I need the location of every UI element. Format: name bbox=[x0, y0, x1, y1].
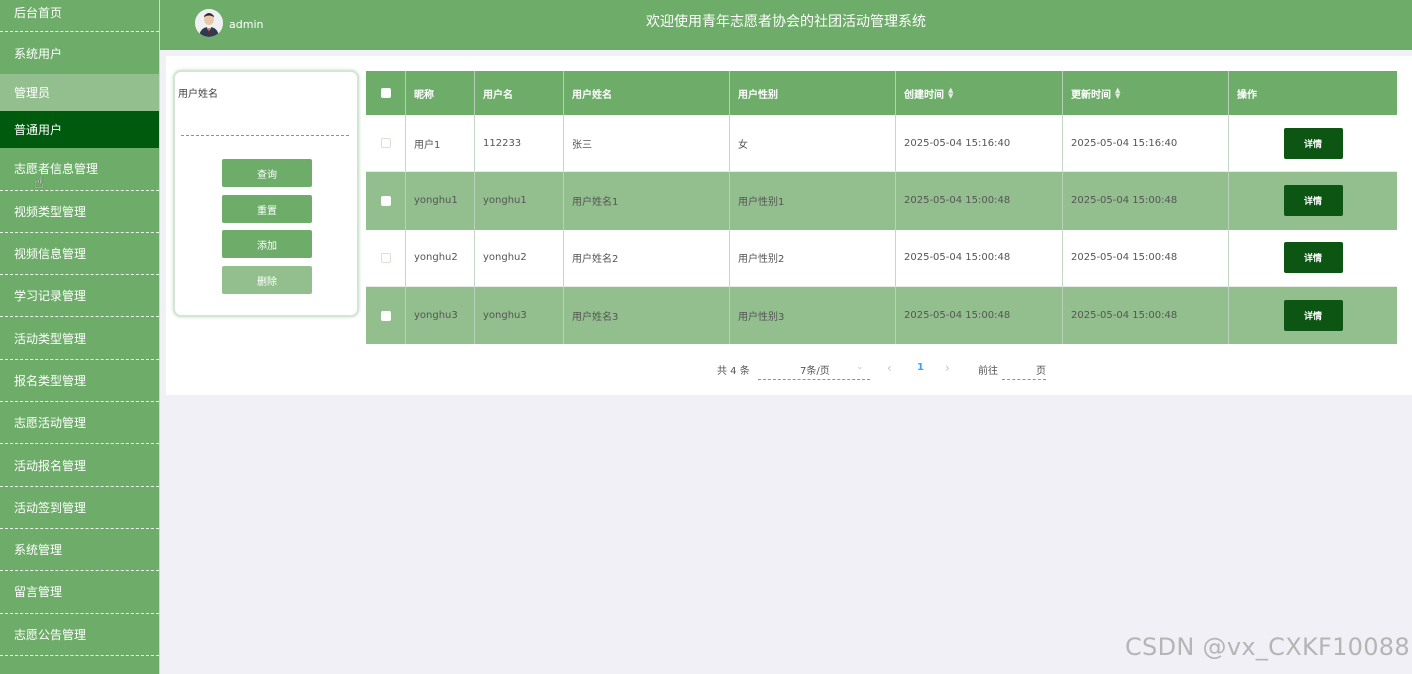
search-panel: 用户姓名 查询 重置 添加 删除 bbox=[173, 70, 359, 317]
chevron-left-icon[interactable]: ‹ bbox=[887, 361, 892, 375]
header-created-time-label: 创建时间 bbox=[904, 89, 944, 101]
table-row: 用户1 112233 张三 女 2025-05-04 15:16:40 2025… bbox=[366, 115, 1397, 173]
sidebar-item-volunteer-activities[interactable]: 志愿活动管理 bbox=[0, 402, 159, 445]
sidebar-item-announcements[interactable]: 志愿公告管理 bbox=[0, 614, 159, 656]
detail-button[interactable]: 详情 bbox=[1283, 242, 1343, 274]
row-select[interactable] bbox=[366, 172, 406, 230]
cell-nickname: yonghu3 bbox=[406, 286, 475, 345]
sort-icon[interactable]: ▲ ▼ bbox=[948, 87, 953, 100]
header-username: 用户名 bbox=[475, 71, 564, 115]
sidebar-item-home[interactable]: 后台首页 bbox=[0, 0, 159, 32]
page-size-value: 7条/页 bbox=[800, 366, 830, 377]
page-size-select[interactable]: 7条/页 ⌄ bbox=[758, 360, 870, 380]
top-header: admin 欢迎使用青年志愿者协会的社团活动管理系统 bbox=[160, 0, 1412, 50]
row-checkbox[interactable] bbox=[380, 195, 391, 206]
cell-username: 112233 bbox=[475, 115, 564, 173]
search-label-realname: 用户姓名 bbox=[178, 89, 218, 100]
watermark: CSDN @vx_CXKF10088 bbox=[1125, 633, 1410, 661]
pagination-total: 共 4 条 bbox=[717, 366, 750, 377]
header-updated-time-label: 更新时间 bbox=[1071, 89, 1111, 101]
system-title: 欢迎使用青年志愿者协会的社团活动管理系统 bbox=[646, 14, 926, 30]
sidebar-item-video-info[interactable]: 视频信息管理 bbox=[0, 233, 159, 276]
cell-gender: 用户性别2 bbox=[730, 229, 896, 287]
main-content: 用户姓名 查询 重置 添加 删除 昵称 用户名 用户姓名 用户性别 创建时间 ▲ ▼… bbox=[166, 56, 1412, 395]
sidebar-item-video-types[interactable]: 视频类型管理 bbox=[0, 191, 159, 233]
detail-button[interactable]: 详情 bbox=[1283, 127, 1343, 159]
cell-created-time: 2025-05-04 15:00:48 bbox=[896, 286, 1063, 345]
detail-button[interactable]: 详情 bbox=[1283, 185, 1343, 217]
cell-nickname: yonghu1 bbox=[406, 172, 475, 230]
cell-actions: 详情 bbox=[1229, 172, 1397, 229]
delete-button[interactable]: 删除 bbox=[222, 266, 312, 294]
sort-icon[interactable]: ▲ ▼ bbox=[1115, 87, 1120, 100]
table-row: yonghu3 yonghu3 用户姓名3 用户性别3 2025-05-04 1… bbox=[366, 286, 1397, 345]
add-button[interactable]: 添加 bbox=[222, 230, 312, 258]
table-header-row: 昵称 用户名 用户姓名 用户性别 创建时间 ▲ ▼ 更新时间 ▲ ▼ 操作 bbox=[366, 71, 1397, 115]
sidebar: 后台首页 系统用户 管理员 普通用户 志愿者信息管理 视频类型管理 视频信息管理… bbox=[0, 0, 159, 674]
cell-created-time: 2025-05-04 15:00:48 bbox=[896, 229, 1063, 287]
table-row: yonghu2 yonghu2 用户姓名2 用户性别2 2025-05-04 1… bbox=[366, 229, 1397, 287]
sidebar-item-messages[interactable]: 留言管理 bbox=[0, 571, 159, 614]
chevron-down-icon: ⌄ bbox=[856, 362, 864, 372]
cell-updated-time: 2025-05-04 15:00:48 bbox=[1063, 286, 1229, 345]
cell-realname: 用户姓名2 bbox=[564, 229, 730, 287]
header-gender: 用户性别 bbox=[730, 71, 896, 115]
row-select[interactable] bbox=[366, 286, 406, 345]
sidebar-item-regular-users[interactable]: 普通用户 bbox=[0, 111, 159, 149]
cell-realname: 用户姓名3 bbox=[564, 286, 730, 345]
header-realname: 用户姓名 bbox=[564, 71, 730, 115]
hand-cursor-icon: ☝ bbox=[34, 173, 44, 192]
header-created-time[interactable]: 创建时间 ▲ ▼ bbox=[896, 71, 1063, 115]
row-checkbox[interactable] bbox=[380, 310, 391, 321]
cell-gender: 用户性别1 bbox=[730, 172, 896, 230]
sidebar-item-activity-signups[interactable]: 活动报名管理 bbox=[0, 444, 159, 487]
header-nickname: 昵称 bbox=[406, 71, 475, 115]
sidebar-item-volunteer-info[interactable]: 志愿者信息管理 bbox=[0, 148, 159, 191]
cell-nickname: 用户1 bbox=[406, 115, 475, 173]
chevron-right-icon[interactable]: › bbox=[945, 361, 950, 375]
cell-nickname: yonghu2 bbox=[406, 229, 475, 287]
users-table: 昵称 用户名 用户姓名 用户性别 创建时间 ▲ ▼ 更新时间 ▲ ▼ 操作 用户1 11… bbox=[366, 71, 1397, 345]
search-input-realname[interactable] bbox=[181, 118, 349, 136]
cell-created-time: 2025-05-04 15:00:48 bbox=[896, 172, 1063, 230]
cell-actions: 详情 bbox=[1229, 115, 1397, 173]
cell-updated-time: 2025-05-04 15:00:48 bbox=[1063, 229, 1229, 287]
row-select[interactable] bbox=[366, 115, 406, 173]
cell-username: yonghu1 bbox=[475, 172, 564, 230]
cell-username: yonghu2 bbox=[475, 229, 564, 287]
cell-username: yonghu3 bbox=[475, 286, 564, 345]
cell-created-time: 2025-05-04 15:16:40 bbox=[896, 115, 1063, 173]
goto-label: 前往 bbox=[978, 366, 998, 377]
cell-realname: 张三 bbox=[564, 115, 730, 173]
cell-gender: 用户性别3 bbox=[730, 286, 896, 345]
pagination: 共 4 条 7条/页 ⌄ ‹ 1 › 前往 页 bbox=[166, 360, 1412, 380]
cell-actions: 详情 bbox=[1229, 230, 1397, 287]
select-all-checkbox[interactable] bbox=[380, 88, 391, 98]
detail-button[interactable]: 详情 bbox=[1283, 300, 1343, 332]
sidebar-divider bbox=[159, 0, 160, 674]
row-checkbox[interactable] bbox=[380, 252, 391, 263]
cell-actions: 详情 bbox=[1229, 287, 1397, 344]
row-select[interactable] bbox=[366, 229, 406, 287]
page-suffix-label: 页 bbox=[1036, 366, 1046, 377]
sidebar-item-activity-types[interactable]: 活动类型管理 bbox=[0, 317, 159, 360]
header-actions: 操作 bbox=[1237, 89, 1257, 101]
sidebar-item-activity-checkins[interactable]: 活动签到管理 bbox=[0, 487, 159, 529]
header-select-all[interactable] bbox=[366, 71, 406, 115]
table-row: yonghu1 yonghu1 用户姓名1 用户性别1 2025-05-04 1… bbox=[366, 172, 1397, 230]
cell-updated-time: 2025-05-04 15:16:40 bbox=[1063, 115, 1229, 173]
page-number-current[interactable]: 1 bbox=[917, 362, 924, 373]
cell-updated-time: 2025-05-04 15:00:48 bbox=[1063, 172, 1229, 230]
header-updated-time[interactable]: 更新时间 ▲ ▼ bbox=[1063, 71, 1229, 115]
sidebar-item-system-users[interactable]: 系统用户 bbox=[0, 32, 159, 74]
sidebar-item-signup-types[interactable]: 报名类型管理 bbox=[0, 360, 159, 403]
sidebar-item-admins[interactable]: 管理员 bbox=[0, 74, 159, 112]
reset-button[interactable]: 重置 bbox=[222, 195, 312, 223]
query-button[interactable]: 查询 bbox=[222, 159, 312, 187]
cell-gender: 女 bbox=[730, 115, 896, 173]
row-checkbox[interactable] bbox=[380, 138, 391, 149]
sidebar-item-system-management[interactable]: 系统管理 bbox=[0, 529, 159, 572]
sidebar-item-study-records[interactable]: 学习记录管理 bbox=[0, 275, 159, 318]
cell-realname: 用户姓名1 bbox=[564, 172, 730, 230]
